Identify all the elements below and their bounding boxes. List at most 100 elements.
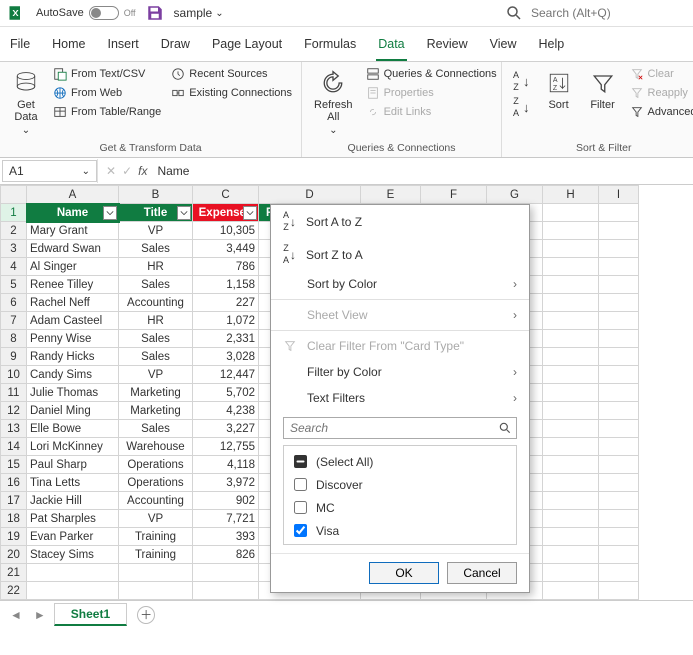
refresh-all-button[interactable]: Refresh All ⌄ <box>308 65 359 140</box>
filename-dropdown[interactable]: sample ⌄ <box>174 6 224 20</box>
advanced-button[interactable]: Advanced <box>627 103 693 121</box>
cell[interactable] <box>599 240 639 258</box>
cell[interactable]: Paul Sharp <box>27 456 119 474</box>
sheet-tab[interactable]: Sheet1 <box>54 603 127 626</box>
cell[interactable] <box>543 348 599 366</box>
cell[interactable]: Sales <box>119 420 193 438</box>
cell[interactable] <box>599 510 639 528</box>
cell[interactable]: Name <box>27 204 119 222</box>
cell[interactable]: Sales <box>119 330 193 348</box>
row-header[interactable]: 8 <box>1 330 27 348</box>
row-header[interactable]: 17 <box>1 492 27 510</box>
cell[interactable]: VP <box>119 510 193 528</box>
cell[interactable] <box>543 546 599 564</box>
cell[interactable]: 5,702 <box>193 384 259 402</box>
cancel-button[interactable]: Cancel <box>447 562 517 584</box>
cell[interactable] <box>27 582 119 600</box>
cell[interactable]: 12,755 <box>193 438 259 456</box>
cell[interactable]: Jackie Hill <box>27 492 119 510</box>
cell[interactable]: Accounting <box>119 294 193 312</box>
cell[interactable] <box>599 276 639 294</box>
cell[interactable]: HR <box>119 258 193 276</box>
row-header[interactable]: 20 <box>1 546 27 564</box>
cell[interactable]: 10,305 <box>193 222 259 240</box>
cell[interactable]: Operations <box>119 456 193 474</box>
tab-page-layout[interactable]: Page Layout <box>210 33 284 61</box>
row-header[interactable]: 4 <box>1 258 27 276</box>
row-header[interactable]: 18 <box>1 510 27 528</box>
cell[interactable] <box>599 438 639 456</box>
cell[interactable] <box>119 564 193 582</box>
filter-search[interactable] <box>283 417 517 439</box>
cell[interactable]: Training <box>119 528 193 546</box>
cell[interactable]: Accounting <box>119 492 193 510</box>
filter-by-color[interactable]: Filter by Color› <box>271 359 529 385</box>
row-header[interactable]: 14 <box>1 438 27 456</box>
cell[interactable]: 1,158 <box>193 276 259 294</box>
cell[interactable]: Operations <box>119 474 193 492</box>
cell[interactable]: Training <box>119 546 193 564</box>
col-header-C[interactable]: C <box>193 186 259 204</box>
cell[interactable]: 4,238 <box>193 402 259 420</box>
cell[interactable] <box>599 312 639 330</box>
select-all-corner[interactable] <box>1 186 27 204</box>
row-header[interactable]: 11 <box>1 384 27 402</box>
filter-checkbox[interactable] <box>294 455 307 468</box>
cell[interactable] <box>599 384 639 402</box>
cell[interactable]: Randy Hicks <box>27 348 119 366</box>
row-header[interactable]: 6 <box>1 294 27 312</box>
filter-values-list[interactable]: (Select All)DiscoverMCVisa <box>283 445 517 545</box>
cell[interactable] <box>599 348 639 366</box>
cell[interactable]: 2,331 <box>193 330 259 348</box>
search-input[interactable] <box>529 5 659 21</box>
cell[interactable]: 3,028 <box>193 348 259 366</box>
cell[interactable] <box>599 222 639 240</box>
cell[interactable]: Lori McKinney <box>27 438 119 456</box>
fx-icon[interactable]: fx <box>138 164 147 178</box>
col-header-I[interactable]: I <box>599 186 639 204</box>
cell[interactable]: 3,449 <box>193 240 259 258</box>
filter-checkbox[interactable] <box>294 478 307 491</box>
cell[interactable] <box>193 564 259 582</box>
cell[interactable]: Daniel Ming <box>27 402 119 420</box>
tab-view[interactable]: View <box>488 33 519 61</box>
from-text-csv-button[interactable]: From Text/CSV <box>50 65 164 83</box>
filter-option[interactable]: MC <box>288 496 512 519</box>
cell[interactable]: Evan Parker <box>27 528 119 546</box>
row-header[interactable]: 5 <box>1 276 27 294</box>
cell[interactable]: 227 <box>193 294 259 312</box>
cell[interactable] <box>599 582 639 600</box>
cell[interactable]: Julie Thomas <box>27 384 119 402</box>
filter-option[interactable]: Discover <box>288 473 512 496</box>
cell[interactable] <box>27 564 119 582</box>
cell[interactable] <box>599 204 639 222</box>
cell[interactable] <box>543 438 599 456</box>
cell[interactable] <box>543 420 599 438</box>
cell[interactable]: 7,721 <box>193 510 259 528</box>
cell[interactable] <box>543 204 599 222</box>
cell[interactable] <box>193 582 259 600</box>
col-header-E[interactable]: E <box>361 186 421 204</box>
save-icon[interactable] <box>146 4 164 22</box>
cell[interactable]: Sales <box>119 276 193 294</box>
cell[interactable]: 1,072 <box>193 312 259 330</box>
tab-help[interactable]: Help <box>537 33 567 61</box>
autosave-toggle[interactable]: AutoSave Off <box>36 6 136 20</box>
filter-search-input[interactable] <box>288 420 498 436</box>
cell[interactable] <box>543 330 599 348</box>
cell[interactable]: Sales <box>119 240 193 258</box>
cell[interactable] <box>599 474 639 492</box>
cell[interactable]: 3,972 <box>193 474 259 492</box>
cell[interactable] <box>599 294 639 312</box>
sheet-nav-prev[interactable]: ◄ <box>6 608 26 622</box>
cell[interactable] <box>599 402 639 420</box>
cell[interactable]: 902 <box>193 492 259 510</box>
cell[interactable]: 4,118 <box>193 456 259 474</box>
sort-button[interactable]: AZ Sort <box>539 65 579 115</box>
cell[interactable] <box>599 528 639 546</box>
cell[interactable]: Mary Grant <box>27 222 119 240</box>
row-header[interactable]: 9 <box>1 348 27 366</box>
filter-checkbox[interactable] <box>294 501 307 514</box>
from-web-button[interactable]: From Web <box>50 84 164 102</box>
filter-button[interactable]: Filter <box>583 65 623 115</box>
